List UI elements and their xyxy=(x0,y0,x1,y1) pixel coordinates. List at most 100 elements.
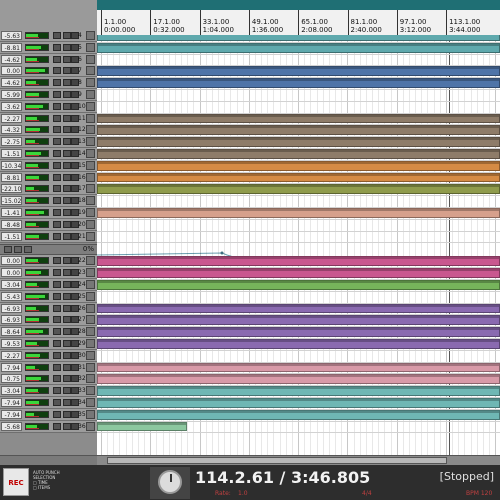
track-volume-field[interactable]: -9.53 xyxy=(1,339,22,348)
track-header[interactable]: -1.41 19 xyxy=(0,207,97,219)
track-volume-field[interactable]: -2.75 xyxy=(1,137,22,147)
track-header[interactable]: 0.00 7 xyxy=(0,65,97,78)
mute-button[interactable] xyxy=(53,387,61,395)
track-icon[interactable] xyxy=(86,137,95,147)
solo-button[interactable] xyxy=(63,257,71,265)
media-item[interactable] xyxy=(97,35,500,41)
solo-button[interactable] xyxy=(63,55,71,63)
track-header[interactable]: -3.62 10 xyxy=(0,100,97,113)
track-header[interactable]: -4.62 8 xyxy=(0,77,97,90)
track-volume-field[interactable]: -2.27 xyxy=(1,350,22,360)
mute-button[interactable] xyxy=(53,185,61,193)
media-item[interactable] xyxy=(97,66,500,77)
solo-button[interactable] xyxy=(63,209,71,216)
solo-button[interactable] xyxy=(63,232,71,240)
solo-button[interactable] xyxy=(63,292,71,300)
rate-value[interactable]: 1.0 xyxy=(238,490,248,497)
track-volume-field[interactable]: -5.99 xyxy=(1,90,22,99)
media-item[interactable] xyxy=(97,268,500,278)
mute-button[interactable] xyxy=(53,410,61,418)
mute-button[interactable] xyxy=(53,316,61,324)
track-volume-field[interactable]: 0.00 xyxy=(1,66,22,76)
track-volume-field[interactable]: -8.81 xyxy=(1,172,22,182)
solo-button[interactable] xyxy=(63,340,71,347)
solo-button[interactable] xyxy=(63,363,71,371)
track-volume-field[interactable]: -3.04 xyxy=(1,280,22,289)
media-item[interactable] xyxy=(97,386,500,396)
master-track-header[interactable]: 0% xyxy=(0,244,97,256)
track-header[interactable]: -15.02 18 xyxy=(0,195,97,208)
timeline-ruler[interactable]: 1.1.00 0:00.000 17.1.00 0:32.000 33.1.00 1:04… xyxy=(97,10,500,36)
track-volume-field[interactable]: -0.75 xyxy=(1,374,22,384)
bpm-display[interactable]: BPM 120 xyxy=(466,490,492,497)
mute-button[interactable] xyxy=(53,232,61,240)
media-item[interactable] xyxy=(97,208,500,218)
mute-button[interactable] xyxy=(53,363,61,371)
track-icon[interactable] xyxy=(86,291,95,301)
track-volume-field[interactable]: -6.93 xyxy=(1,315,22,325)
mute-button[interactable] xyxy=(53,422,61,430)
solo-button[interactable] xyxy=(63,150,71,157)
media-item[interactable] xyxy=(97,362,500,373)
track-volume-field[interactable]: 0.00 xyxy=(1,268,22,278)
media-item[interactable] xyxy=(97,137,500,147)
media-item[interactable] xyxy=(97,280,500,290)
track-header[interactable]: -5.99 9 xyxy=(0,89,97,101)
track-volume-field[interactable]: -3.04 xyxy=(1,386,22,396)
solo-button[interactable] xyxy=(63,351,71,359)
track-volume-field[interactable]: -1.51 xyxy=(1,231,22,241)
ruler-mark[interactable]: 1.1.00 0:00.000 xyxy=(101,10,135,35)
track-header[interactable]: 0.00 23 xyxy=(0,267,97,280)
solo-button[interactable] xyxy=(63,79,71,87)
track-header[interactable]: -3.04 24 xyxy=(0,279,97,291)
ruler-mark[interactable]: 17.1.00 0:32.000 xyxy=(150,10,185,35)
ruler-mark[interactable]: 113.1.00 3:44.000 xyxy=(446,10,480,35)
track-volume-field[interactable]: -8.64 xyxy=(1,327,22,337)
ruler-mark[interactable]: 97.1.00 3:12.000 xyxy=(396,10,431,35)
track-header[interactable]: -8.48 20 xyxy=(0,218,97,231)
track-volume-field[interactable]: -15.02 xyxy=(1,196,22,206)
solo-button[interactable] xyxy=(63,220,71,228)
track-icon[interactable] xyxy=(86,78,95,88)
mute-button[interactable] xyxy=(53,102,61,110)
mute-button[interactable] xyxy=(53,114,61,122)
master-volume-knob[interactable] xyxy=(158,470,182,494)
track-icon[interactable] xyxy=(86,421,95,431)
track-icon[interactable] xyxy=(86,339,95,348)
mute-button[interactable] xyxy=(53,43,61,51)
track-icon[interactable] xyxy=(86,386,95,396)
solo-button[interactable] xyxy=(63,410,71,418)
mute-button[interactable] xyxy=(53,161,61,169)
track-volume-field[interactable]: -7.94 xyxy=(1,398,22,407)
media-item[interactable] xyxy=(97,42,500,53)
solo-button[interactable] xyxy=(63,126,71,134)
solo-button[interactable] xyxy=(63,197,71,205)
track-volume-field[interactable]: -7.94 xyxy=(1,409,22,419)
track-header[interactable]: -5.68 36 xyxy=(0,420,97,433)
track-icon[interactable] xyxy=(86,256,95,266)
solo-button[interactable] xyxy=(63,422,71,430)
mute-button[interactable] xyxy=(53,138,61,146)
media-item[interactable] xyxy=(97,327,500,337)
track-icon[interactable] xyxy=(86,374,95,384)
track-volume-field[interactable]: -5.68 xyxy=(1,421,22,431)
solo-button[interactable] xyxy=(63,138,71,146)
track-lane[interactable] xyxy=(97,231,500,244)
record-button[interactable]: REC xyxy=(3,468,29,496)
mute-button[interactable] xyxy=(53,328,61,336)
media-item[interactable] xyxy=(97,256,500,267)
track-volume-field[interactable]: -8.81 xyxy=(1,42,22,52)
solo-button[interactable] xyxy=(63,304,71,312)
track-icon[interactable] xyxy=(86,231,95,241)
track-header[interactable]: -1.51 21 xyxy=(0,230,97,243)
media-item[interactable] xyxy=(97,398,500,408)
track-icon[interactable] xyxy=(86,362,95,372)
solo-button[interactable] xyxy=(63,43,71,51)
track-icon[interactable] xyxy=(86,184,95,194)
track-icon[interactable] xyxy=(86,160,95,170)
solo-button[interactable] xyxy=(63,375,71,383)
track-header[interactable]: -10.34 15 xyxy=(0,159,97,172)
track-icon[interactable] xyxy=(86,101,95,111)
track-volume-field[interactable]: -4.62 xyxy=(1,54,22,64)
mute-button[interactable] xyxy=(53,340,61,347)
